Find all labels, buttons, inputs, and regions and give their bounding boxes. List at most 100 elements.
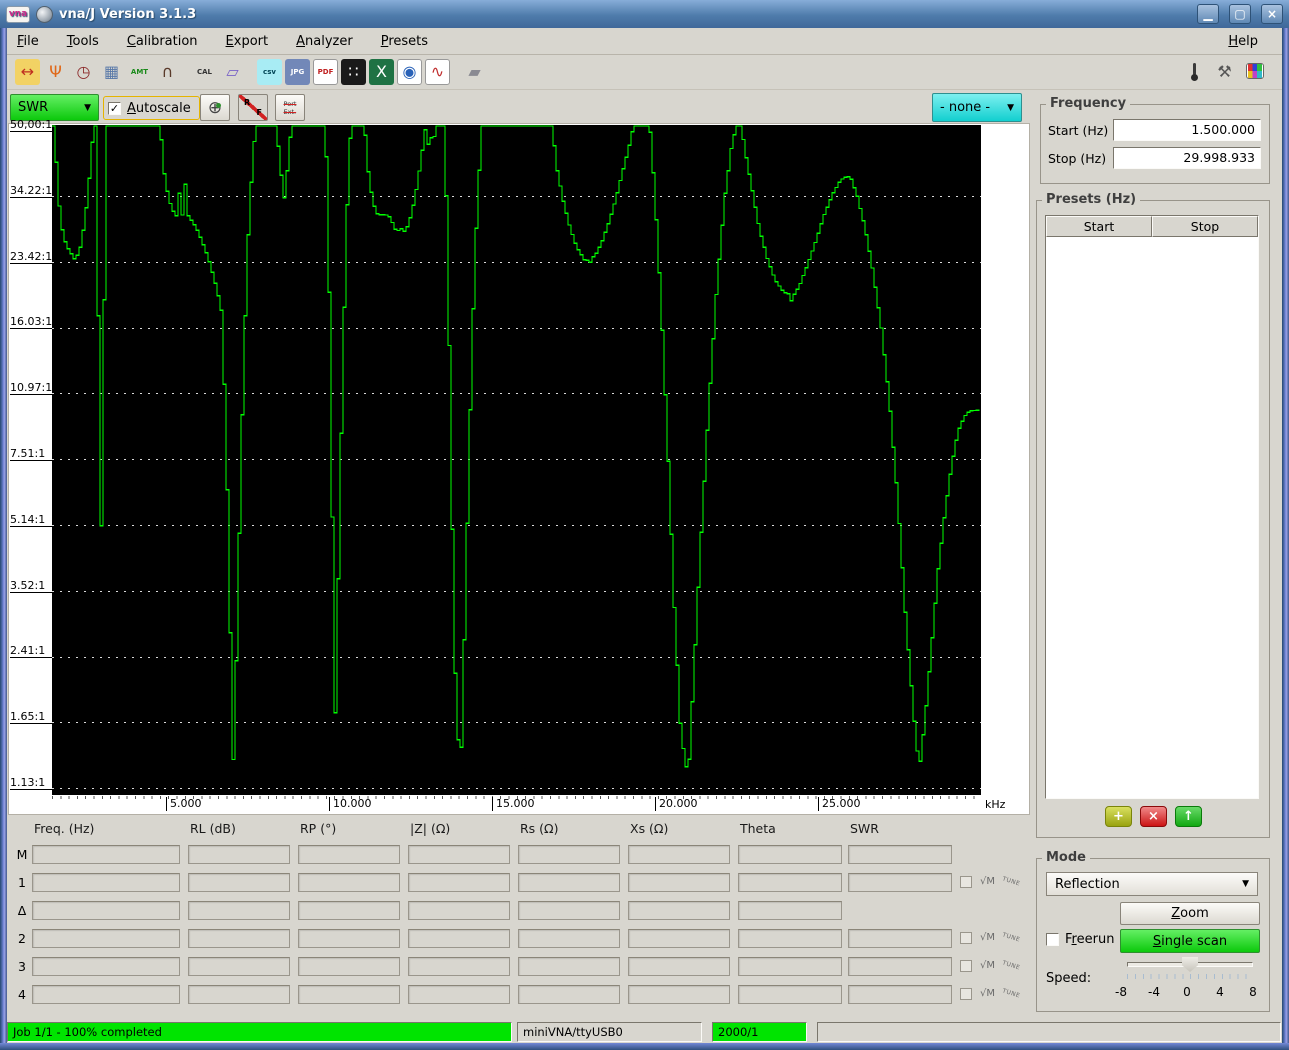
marker-value-field[interactable]	[408, 873, 510, 892]
settings-icon[interactable]: ⚒	[1212, 59, 1237, 85]
zoom-button[interactable]: Zoom	[1120, 902, 1260, 925]
marker-value-field[interactable]	[32, 957, 180, 976]
marker-value-field[interactable]	[738, 901, 842, 920]
marker-value-field[interactable]	[628, 929, 730, 948]
marker-value-field[interactable]	[188, 929, 290, 948]
marker-value-field[interactable]	[32, 901, 180, 920]
single-scan-button[interactable]: Single scan	[1120, 929, 1260, 953]
tune-icon[interactable]: TUNE	[1001, 987, 1021, 999]
tune-icon[interactable]: TUNE	[1001, 931, 1021, 943]
add-preset-button[interactable]: +	[1105, 806, 1132, 827]
antenna-icon[interactable]: Ψ	[43, 59, 68, 85]
rf-toggle-button[interactable]: R F	[238, 94, 268, 121]
marker-value-field[interactable]	[628, 873, 730, 892]
marker-value-field[interactable]	[298, 957, 400, 976]
marker-value-field[interactable]	[408, 985, 510, 1004]
marker-value-field[interactable]	[188, 873, 290, 892]
marker-value-field[interactable]	[628, 845, 730, 864]
marker-value-field[interactable]	[32, 929, 180, 948]
left-scale-select[interactable]: SWR ▼	[10, 94, 99, 121]
marker-value-field[interactable]	[848, 985, 952, 1004]
marker-value-field[interactable]	[32, 985, 180, 1004]
marker-value-field[interactable]	[408, 929, 510, 948]
autoscale-control[interactable]: ✓ Autoscale	[103, 96, 200, 120]
title-bar[interactable]: vna vna/J Version 3.1.3 ▁ ▢ ×	[0, 0, 1289, 28]
marker-value-field[interactable]	[738, 985, 842, 1004]
marker-value-field[interactable]	[408, 845, 510, 864]
menu-analyzer[interactable]: Analyzer	[296, 34, 353, 49]
marker-value-field[interactable]	[518, 985, 620, 1004]
stop-frequency-field[interactable]: 29.998.933	[1113, 147, 1261, 169]
tune-icon[interactable]: TUNE	[1001, 875, 1021, 887]
autoscale-checkbox[interactable]: ✓	[108, 101, 121, 115]
start-frequency-field[interactable]: 1.500.000	[1113, 119, 1261, 141]
menu-file[interactable]: File	[17, 34, 39, 49]
eraser-icon[interactable]: ▰	[462, 59, 487, 85]
delete-preset-button[interactable]: ×	[1140, 806, 1167, 827]
port-extension-button[interactable]: Port Ext.	[275, 94, 305, 121]
freerun-checkbox[interactable]	[1046, 933, 1059, 946]
marker-enable-checkbox[interactable]	[960, 876, 972, 888]
magnet-icon[interactable]: ∩	[155, 59, 180, 85]
window-menu-icon[interactable]	[36, 5, 53, 23]
marker-enable-checkbox[interactable]	[960, 960, 972, 972]
marker-enable-checkbox[interactable]	[960, 988, 972, 1000]
marker-value-field[interactable]	[518, 929, 620, 948]
marker-value-field[interactable]	[408, 957, 510, 976]
marker-value-field[interactable]	[188, 957, 290, 976]
scale-letters-icon[interactable]: AMT	[127, 59, 152, 85]
export-csv-icon[interactable]: csv	[257, 59, 282, 85]
marker-value-field[interactable]	[298, 845, 400, 864]
sqrt-m-icon[interactable]: √M	[980, 988, 995, 999]
marker-value-field[interactable]	[298, 985, 400, 1004]
mode-select[interactable]: Reflection ▼	[1046, 872, 1258, 896]
presets-start-header[interactable]: Start	[1046, 216, 1152, 237]
minimize-button[interactable]: ▁	[1197, 4, 1219, 24]
marker-value-field[interactable]	[738, 929, 842, 948]
marker-value-field[interactable]	[298, 901, 400, 920]
swr-plot[interactable]	[52, 125, 981, 795]
marker-value-field[interactable]	[848, 957, 952, 976]
sqrt-m-icon[interactable]: √M	[980, 932, 995, 943]
export-xls-icon[interactable]: X	[369, 59, 394, 85]
right-scale-select[interactable]: - none - ▼	[932, 93, 1022, 122]
frequency-range-icon[interactable]: ↔	[15, 59, 40, 85]
sqrt-m-icon[interactable]: √M	[980, 960, 995, 971]
marker-value-field[interactable]	[408, 901, 510, 920]
marker-value-field[interactable]	[518, 873, 620, 892]
marker-value-field[interactable]	[518, 901, 620, 920]
calculator-icon[interactable]: ▦	[99, 59, 124, 85]
export-chart-icon[interactable]: ∿	[425, 59, 450, 85]
menu-presets[interactable]: Presets	[381, 34, 428, 49]
presets-list[interactable]	[1045, 215, 1259, 799]
menu-tools[interactable]: Tools	[67, 34, 99, 49]
calibration-icon[interactable]: CAL	[192, 59, 217, 85]
export-report-icon[interactable]: ◉	[397, 59, 422, 85]
marker-value-field[interactable]	[738, 845, 842, 864]
export-pdf-icon[interactable]: PDF	[313, 59, 338, 85]
menu-help[interactable]: Help	[1228, 34, 1258, 49]
presets-stop-header[interactable]: Stop	[1152, 216, 1258, 237]
marker-value-field[interactable]	[848, 845, 952, 864]
open-folder-icon[interactable]: ▱	[220, 59, 245, 85]
marker-value-field[interactable]	[32, 873, 180, 892]
marker-value-field[interactable]	[188, 985, 290, 1004]
close-button[interactable]: ×	[1261, 4, 1283, 24]
menu-export[interactable]: Export	[226, 34, 269, 49]
marker-enable-checkbox[interactable]	[960, 932, 972, 944]
color-scheme-icon[interactable]	[1246, 63, 1264, 79]
marker-value-field[interactable]	[738, 873, 842, 892]
sqrt-m-icon[interactable]: √M	[980, 876, 995, 887]
freerun-control[interactable]: Freerun	[1046, 932, 1114, 947]
marker-value-field[interactable]	[738, 957, 842, 976]
clock-icon[interactable]: ◷	[71, 59, 96, 85]
marker-value-field[interactable]	[298, 873, 400, 892]
temperature-icon[interactable]	[1182, 59, 1207, 85]
marker-value-field[interactable]	[628, 985, 730, 1004]
marker-value-field[interactable]	[298, 929, 400, 948]
tune-icon[interactable]: TUNE	[1001, 959, 1021, 971]
marker-value-field[interactable]	[628, 901, 730, 920]
marker-value-field[interactable]	[188, 901, 290, 920]
load-preset-button[interactable]: ↑	[1175, 806, 1202, 827]
smith-chart-button[interactable]: ⊕	[200, 94, 230, 121]
